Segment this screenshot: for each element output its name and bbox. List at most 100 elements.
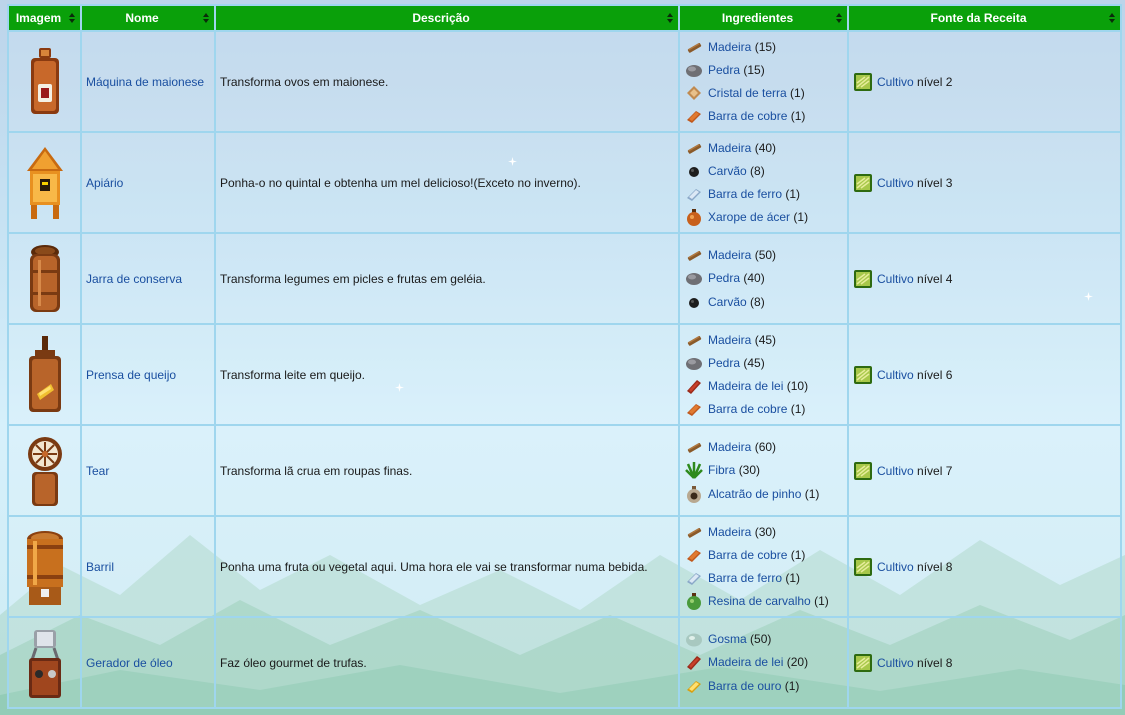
ingredient-qty: (8) [750,294,765,309]
image-cell [7,616,82,709]
ingredient-link[interactable]: Madeira [708,40,751,54]
item-name-link[interactable]: Prensa de queijo [86,368,176,382]
column-header-name[interactable]: Nome [80,4,216,32]
skill-level: nível 8 [917,559,953,574]
loom-icon[interactable] [24,434,66,508]
ingredient-link[interactable]: Barra de cobre [708,548,787,562]
ingredient-item: Resina de carvalho (1) [684,590,843,613]
table-row: Barril Ponha uma fruta ou vegetal aqui. … [7,515,1122,618]
ingredient-item: Madeira (15) [684,35,843,58]
ingredient-item: Barra de cobre (1) [684,543,843,566]
coal-icon [689,297,699,308]
ingredient-link[interactable]: Barra de ferro [708,571,782,585]
column-header-image[interactable]: Imagem [7,4,82,32]
ingredient-link[interactable]: Madeira [708,141,751,155]
hardwood-icon [687,380,701,395]
farming-skill-icon [853,71,873,92]
ingredient-item: Madeira (50) [684,244,843,267]
ingredient-link[interactable]: Xarope de ácer [708,210,790,224]
column-header-ingredients[interactable]: Ingredientes [678,4,849,32]
table-row: Apiário Ponha-o no quintal e obtenha um … [7,131,1122,234]
item-name-link[interactable]: Tear [86,464,109,478]
sort-icon[interactable] [667,13,673,23]
iron-bar-icon [687,573,701,586]
ingredient-qty: (1) [784,678,800,693]
ingredient-item: Cristal de terra (1) [684,82,843,105]
preserves-jar-icon[interactable] [25,242,65,316]
ingredient-qty: (50) [754,248,777,263]
wood-icon [687,335,702,346]
sort-icon[interactable] [1109,13,1115,23]
ingredient-qty: (45) [754,332,777,347]
column-header-source[interactable]: Fonte da Receita [847,4,1122,32]
item-name-link[interactable]: Apiário [86,176,123,190]
ingredient-item: Xarope de ácer (1) [684,206,843,229]
ingredient-link[interactable]: Barra de cobre [708,109,787,123]
ingredient-item: Madeira de lei (10) [684,375,843,398]
ingredient-link[interactable]: Pedra [708,356,740,370]
ingredient-item: Madeira de lei (20) [684,651,843,674]
item-name-link[interactable]: Máquina de maionese [86,75,204,89]
source-cell: Cultivo nível 4 [847,232,1122,325]
skill-link[interactable]: Cultivo [877,560,914,574]
ingredient-link[interactable]: Barra de cobre [708,402,787,416]
image-cell [7,323,82,426]
ingredient-qty: (60) [754,440,777,455]
skill-link[interactable]: Cultivo [877,464,914,478]
ingredients-cell: Madeira (30) Barra de cobre (1) Barra de… [678,515,849,618]
ingredient-item: Barra de cobre (1) [684,398,843,421]
ingredient-link[interactable]: Gosma [708,632,747,646]
ingredient-link[interactable]: Pedra [708,271,740,285]
skill-link[interactable]: Cultivo [877,176,914,190]
ingredient-link[interactable]: Madeira [708,333,751,347]
sort-icon[interactable] [836,13,842,23]
recipe-source: Cultivo nível 2 [853,71,1116,92]
stone-icon [686,357,702,370]
skill-link[interactable]: Cultivo [877,656,914,670]
ingredient-link[interactable]: Barra de ouro [708,679,781,693]
skill-link[interactable]: Cultivo [877,272,914,286]
bee-house-icon[interactable] [25,145,65,221]
ingredient-link[interactable]: Barra de ferro [708,187,782,201]
skill-link[interactable]: Cultivo [877,368,914,382]
ingredient-link[interactable]: Madeira de lei [708,655,783,669]
ingredient-link[interactable]: Madeira de lei [708,379,783,393]
table-row: Máquina de maionese Transforma ovos em m… [7,30,1122,133]
sort-icon[interactable] [203,13,209,23]
ingredient-link[interactable]: Madeira [708,248,751,262]
description-cell: Transforma legumes em picles e frutas em… [214,232,680,325]
oil-maker-icon[interactable] [24,626,66,700]
ingredient-link[interactable]: Fibra [708,463,735,477]
ingredients-cell: Madeira (40) Carvão (8) Barra de ferro (… [678,131,849,234]
recipe-source: Cultivo nível 3 [853,172,1116,193]
ingredient-qty: (10) [786,379,809,394]
source-cell: Cultivo nível 6 [847,323,1122,426]
ingredient-link[interactable]: Madeira [708,525,751,539]
description-cell: Ponha-o no quintal e obtenha um mel deli… [214,131,680,234]
sort-icon[interactable] [69,13,75,23]
skill-level: nível 6 [917,367,953,382]
image-cell [7,515,82,618]
item-name-link[interactable]: Jarra de conserva [86,272,182,286]
ingredient-link[interactable]: Cristal de terra [708,86,787,100]
ingredient-link[interactable]: Madeira [708,440,751,454]
header-label: Nome [125,11,159,25]
recipe-source: Cultivo nível 6 [853,364,1116,385]
skill-link[interactable]: Cultivo [877,75,914,89]
ingredient-link[interactable]: Pedra [708,63,740,77]
column-header-description[interactable]: Descrição [214,4,680,32]
item-name-link[interactable]: Barril [86,560,114,574]
ingredient-item: Alcatrão de pinho (1) [684,482,843,505]
keg-icon[interactable] [23,527,67,607]
ingredient-link[interactable]: Carvão [708,295,747,309]
header-label: Fonte da Receita [930,11,1027,25]
ingredient-link[interactable]: Carvão [708,164,747,178]
source-cell: Cultivo nível 8 [847,616,1122,709]
farming-skill-icon [853,460,873,481]
ingredient-item: Madeira (40) [684,136,843,159]
mayonnaise-machine-icon[interactable] [27,46,63,118]
ingredient-link[interactable]: Resina de carvalho [708,594,811,608]
cheese-press-icon[interactable] [25,334,65,416]
ingredient-link[interactable]: Alcatrão de pinho [708,487,801,501]
item-name-link[interactable]: Gerador de óleo [86,656,173,670]
